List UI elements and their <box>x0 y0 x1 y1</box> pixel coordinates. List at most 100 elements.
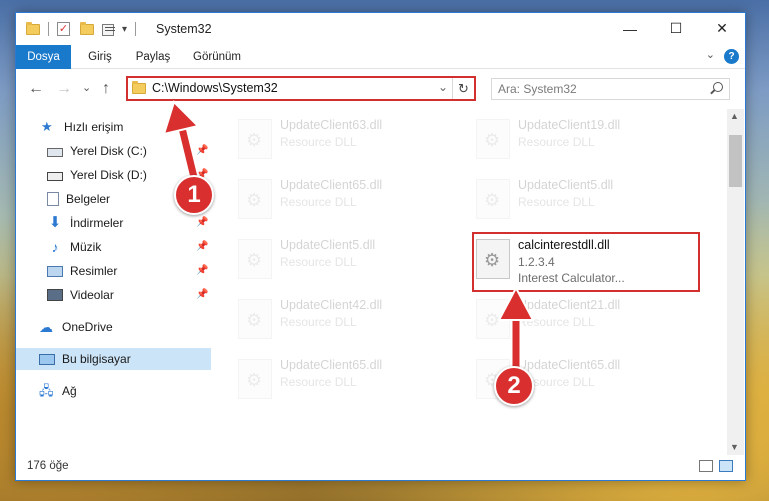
sidebar-item-onedrive[interactable]: ☁ OneDrive <box>39 316 211 338</box>
music-icon: ♪ <box>51 239 59 255</box>
star-icon: ★ <box>41 119 53 134</box>
title-bar: ✓ ▾ System32 — ☐ ✕ <box>16 13 745 44</box>
up-arrow-icon[interactable]: ↑ <box>102 81 110 97</box>
file-type: Resource DLL <box>280 315 357 329</box>
file-type: Resource DLL <box>280 255 357 269</box>
file-type: Resource DLL <box>280 135 357 149</box>
item-count: 176 öğe <box>27 460 69 472</box>
address-history-chevron-icon[interactable]: ⌄ <box>438 80 448 94</box>
sidebar-item-label: Müzik <box>70 240 102 254</box>
drive-icon <box>47 171 63 181</box>
sidebar-item-label: İndirmeler <box>70 216 124 230</box>
address-path[interactable]: C:\Windows\System32 <box>152 81 278 95</box>
dll-file-icon <box>238 299 272 339</box>
back-arrow-icon[interactable]: ← <box>28 81 44 97</box>
sidebar-item-label: Ağ <box>62 384 77 398</box>
recent-locations-icon[interactable]: ⌄ <box>82 80 91 96</box>
sidebar-item-label: Videolar <box>70 288 114 302</box>
file-tile[interactable]: UpdateClient65.dll Resource DLL <box>234 171 454 225</box>
scrollbar-thumb[interactable] <box>729 135 742 187</box>
file-tile[interactable]: UpdateClient5.dll Resource DLL <box>472 171 692 225</box>
customize-toolbar-dropdown-icon[interactable]: ▾ <box>122 24 127 35</box>
file-tile[interactable]: UpdateClient19.dll Resource DLL <box>472 111 692 165</box>
file-tile[interactable]: UpdateClient63.dll Resource DLL <box>234 111 454 165</box>
file-name: UpdateClient42.dll <box>280 298 383 312</box>
properties-check-icon[interactable]: ✓ <box>57 22 70 36</box>
pin-icon[interactable]: 📌 <box>196 217 208 228</box>
large-icons-view-icon[interactable] <box>719 460 733 472</box>
tab-home[interactable]: Giriş <box>80 45 120 69</box>
dll-file-icon <box>238 359 272 399</box>
toolbar-separator <box>48 22 49 36</box>
file-type: Resource DLL <box>280 195 357 209</box>
network-icon: 🖧 <box>39 383 54 398</box>
pin-icon[interactable]: 📌 <box>196 241 208 252</box>
pin-icon[interactable]: 📌 <box>196 265 208 276</box>
properties-icon[interactable] <box>102 23 116 36</box>
step2-badge: 2 <box>494 366 534 406</box>
file-tile[interactable]: UpdateClient42.dll Resource DLL <box>234 291 454 345</box>
documents-icon <box>47 192 59 206</box>
pin-icon[interactable]: 📌 <box>196 289 208 300</box>
sidebar-item-downloads[interactable]: ⬇ İndirmeler <box>47 212 211 234</box>
close-button[interactable]: ✕ <box>699 13 745 44</box>
toolbar-separator <box>135 22 137 36</box>
sidebar-item-videos[interactable]: Videolar <box>47 284 211 306</box>
file-tile[interactable]: UpdateClient5.dll Resource DLL <box>234 231 454 285</box>
forward-arrow-icon[interactable]: → <box>56 81 72 97</box>
scroll-down-icon[interactable]: ▼ <box>730 442 739 452</box>
minimize-button[interactable]: — <box>607 13 653 44</box>
sidebar-item-label: Hızlı erişim <box>64 120 124 134</box>
file-type: Resource DLL <box>280 375 357 389</box>
sidebar-item-this-pc[interactable]: Bu bilgisayar <box>16 348 211 370</box>
file-type: Resource DLL <box>518 195 595 209</box>
vertical-scrollbar[interactable]: ▲ ▼ <box>727 109 744 455</box>
new-folder-icon[interactable] <box>80 21 94 35</box>
sidebar-item-network[interactable]: 🖧 Ağ <box>39 380 211 402</box>
drive-icon <box>47 147 63 157</box>
downloads-icon: ⬇ <box>48 214 62 231</box>
dll-file-icon <box>476 179 510 219</box>
status-bar: 176 öğe <box>16 455 745 480</box>
ribbon-expand-icon[interactable]: ⌄ <box>706 48 715 61</box>
highlight-box <box>472 232 700 292</box>
address-row: ← → ⌄ ↑ C:\Windows\System32 ⌄ ↻ Ara: Sys… <box>16 73 745 105</box>
maximize-button[interactable]: ☐ <box>653 13 699 44</box>
file-name: UpdateClient65.dll <box>280 358 383 372</box>
tab-file[interactable]: Dosya <box>16 45 71 69</box>
file-name: UpdateClient65.dll <box>280 178 383 192</box>
tab-share[interactable]: Paylaş <box>130 45 176 69</box>
computer-icon <box>39 353 55 365</box>
dll-file-icon <box>476 119 510 159</box>
sidebar-item-pictures[interactable]: Resimler <box>47 260 211 282</box>
sidebar-item-label: Yerel Disk (D:) <box>70 168 147 182</box>
file-explorer-window: ✓ ▾ System32 — ☐ ✕ Dosya Giriş Paylaş Gö… <box>15 12 746 481</box>
dll-file-icon <box>238 119 272 159</box>
details-view-icon[interactable] <box>699 460 713 472</box>
ribbon-tabs: Dosya Giriş Paylaş Görünüm ⌄ ? <box>16 45 745 69</box>
sidebar-item-music[interactable]: ♪ Müzik <box>47 236 211 258</box>
videos-icon <box>47 289 63 301</box>
onedrive-icon: ☁ <box>39 319 53 335</box>
scroll-up-icon[interactable]: ▲ <box>730 111 739 121</box>
sidebar-item-label: Yerel Disk (C:) <box>70 144 147 158</box>
quick-access-toolbar: ✓ ▾ <box>26 21 137 36</box>
search-placeholder: Ara: System32 <box>498 82 577 96</box>
file-tile[interactable]: UpdateClient65.dll Resource DLL <box>234 351 454 405</box>
search-input[interactable]: Ara: System32 <box>491 78 730 100</box>
folder-icon <box>26 21 40 35</box>
search-icon[interactable] <box>713 82 723 92</box>
refresh-icon[interactable]: ↻ <box>452 78 474 99</box>
help-icon[interactable]: ? <box>724 49 739 64</box>
dll-file-icon <box>238 239 272 279</box>
folder-icon <box>132 81 146 94</box>
tab-view[interactable]: Görünüm <box>188 45 246 69</box>
file-name: UpdateClient5.dll <box>518 178 614 192</box>
file-name: UpdateClient63.dll <box>280 118 383 132</box>
file-name: UpdateClient19.dll <box>518 118 621 132</box>
pictures-icon <box>47 265 63 277</box>
sidebar-item-label: Belgeler <box>66 192 111 206</box>
sidebar-item-label: Bu bilgisayar <box>62 352 131 366</box>
file-name: UpdateClient5.dll <box>280 238 376 252</box>
sidebar-item-label: OneDrive <box>62 320 113 334</box>
